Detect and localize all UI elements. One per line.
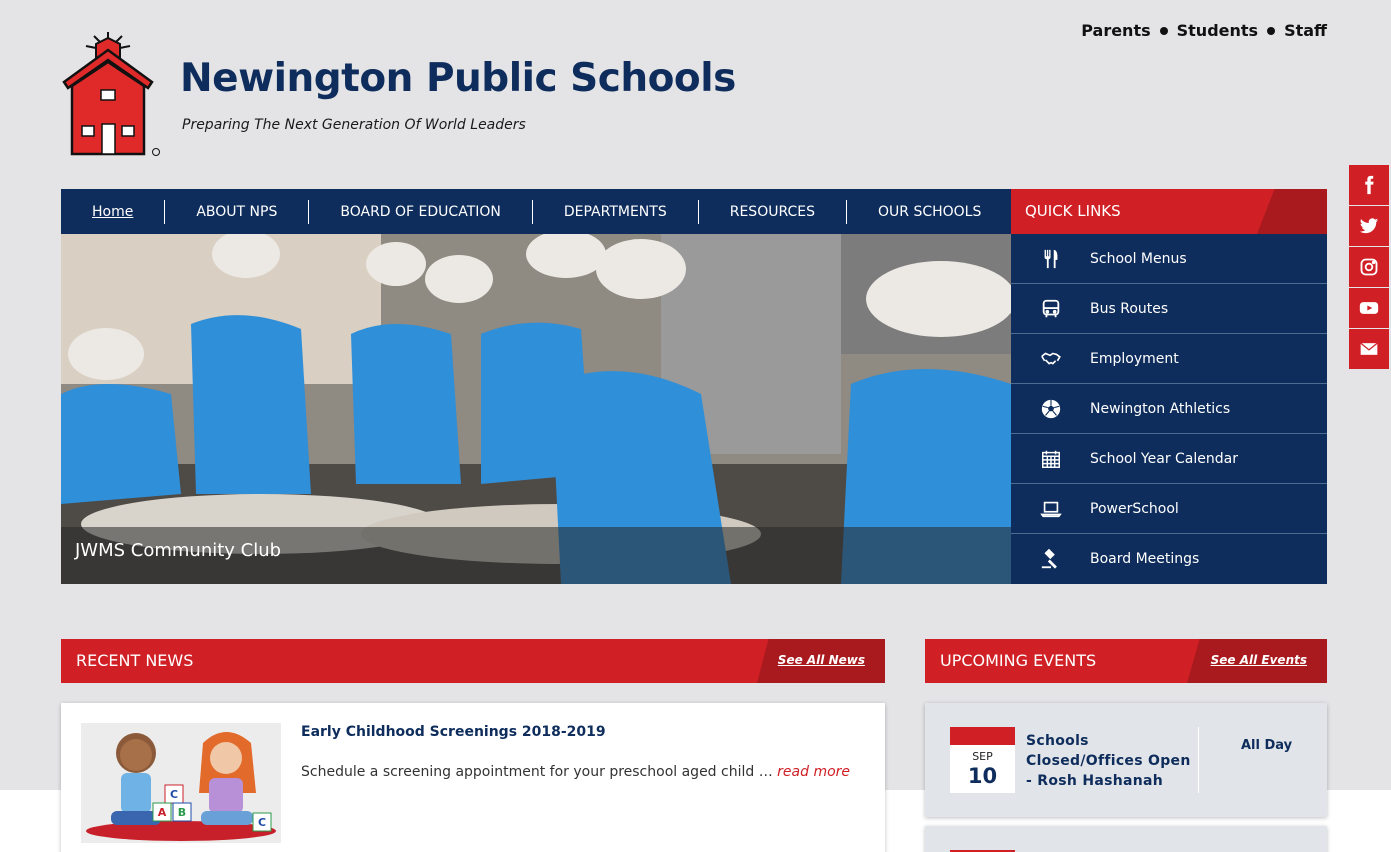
main-nav: Home ABOUT NPS BOARD OF EDUCATION DEPART…: [61, 189, 1011, 234]
event-date-badge: SEP 10: [950, 727, 1015, 793]
youtube-icon: [1359, 302, 1379, 314]
email-button[interactable]: [1349, 329, 1389, 369]
quick-links-title: QUICK LINKS: [1025, 202, 1121, 220]
header-slant: [1257, 189, 1327, 234]
recent-news-header: RECENT NEWS See All News: [61, 639, 885, 683]
date-badge-bar: [950, 727, 1015, 745]
quick-link-label: Employment: [1090, 350, 1179, 367]
separator-dot: [1267, 26, 1276, 35]
twitter-button[interactable]: [1349, 206, 1389, 246]
quick-link-newington-athletics[interactable]: Newington Athletics: [1011, 384, 1327, 434]
quick-link-label: Newington Athletics: [1090, 400, 1231, 417]
nav-about-nps[interactable]: ABOUT NPS: [165, 199, 310, 224]
quick-link-powerschool[interactable]: PowerSchool: [1011, 484, 1327, 534]
quick-link-employment[interactable]: Employment: [1011, 334, 1327, 384]
nav-departments[interactable]: DEPARTMENTS: [533, 199, 699, 224]
bus-icon: [1011, 298, 1090, 320]
svg-text:B: B: [178, 806, 186, 819]
students-link[interactable]: Students: [1177, 21, 1258, 40]
nav-resources[interactable]: RESOURCES: [699, 199, 847, 224]
facebook-icon: [1365, 175, 1374, 195]
calendar-icon: [1011, 448, 1090, 470]
youtube-button[interactable]: [1349, 288, 1389, 328]
audience-links: Parents Students Staff: [1081, 21, 1327, 40]
utensils-icon: [1011, 248, 1090, 270]
event-title[interactable]: Schools Closed/Offices Open - Rosh Hasha…: [1026, 731, 1196, 791]
recent-news-title: RECENT NEWS: [76, 651, 194, 670]
quick-links-list: School Menus Bus Routes Employment Newin…: [1011, 234, 1327, 584]
site-tagline: Preparing The Next Generation Of World L…: [182, 117, 526, 133]
instagram-button[interactable]: [1349, 247, 1389, 287]
svg-text:A: A: [158, 806, 167, 819]
read-more-link[interactable]: read more: [777, 764, 850, 780]
quick-link-label: School Year Calendar: [1090, 450, 1238, 467]
upcoming-events-header: UPCOMING EVENTS See All Events: [925, 639, 1327, 683]
upcoming-events-title: UPCOMING EVENTS: [940, 651, 1097, 670]
quick-link-label: Board Meetings: [1090, 551, 1200, 567]
news-card: C A B C Early Childhood Screenings 2018-…: [61, 703, 885, 852]
email-icon: [1360, 342, 1378, 355]
see-all-events-link[interactable]: See All Events: [1211, 653, 1307, 667]
soccer-ball-icon: [1011, 398, 1090, 420]
svg-text:C: C: [258, 816, 266, 829]
event-card[interactable]: SEP 10 Schools Closed/Offices Open - Ros…: [925, 703, 1327, 817]
separator-dot: [1159, 26, 1168, 35]
event-card[interactable]: [925, 826, 1327, 852]
quick-link-school-year-calendar[interactable]: School Year Calendar: [1011, 434, 1327, 484]
quick-links-header: QUICK LINKS: [1011, 189, 1327, 234]
quick-link-bus-routes[interactable]: Bus Routes: [1011, 284, 1327, 334]
laptop-icon: [1011, 498, 1090, 520]
nav-home[interactable]: Home: [61, 199, 166, 224]
event-month: SEP: [972, 750, 993, 763]
nav-our-schools[interactable]: OUR SCHOOLS: [847, 200, 1012, 224]
instagram-icon: [1360, 258, 1378, 276]
site-title[interactable]: Newington Public Schools: [180, 56, 736, 101]
news-item-excerpt: Schedule a screening appointment for you…: [301, 764, 850, 780]
quick-link-label: PowerSchool: [1090, 500, 1179, 517]
social-sidebar: [1349, 165, 1389, 370]
gavel-icon: [1011, 548, 1090, 570]
news-thumbnail[interactable]: C A B C: [81, 723, 281, 843]
nav-board-of-education[interactable]: BOARD OF EDUCATION: [309, 199, 533, 224]
svg-text:C: C: [170, 788, 178, 801]
staff-link[interactable]: Staff: [1284, 21, 1327, 40]
quick-link-school-menus[interactable]: School Menus: [1011, 234, 1327, 284]
facebook-button[interactable]: [1349, 165, 1389, 205]
twitter-icon: [1359, 218, 1379, 234]
hero-slideshow[interactable]: JWMS Community Club: [61, 234, 1011, 584]
news-excerpt-text: Schedule a screening appointment for you…: [301, 764, 773, 780]
event-time: All Day: [1241, 738, 1293, 753]
quick-link-label: Bus Routes: [1090, 300, 1169, 317]
quick-link-label: School Menus: [1090, 250, 1187, 267]
see-all-news-link[interactable]: See All News: [778, 653, 865, 667]
event-divider: [1198, 727, 1199, 793]
schoolhouse-logo[interactable]: [58, 30, 164, 160]
news-item-title[interactable]: Early Childhood Screenings 2018-2019: [301, 724, 606, 740]
event-day: 10: [967, 764, 998, 788]
handshake-icon: [1011, 348, 1090, 370]
quick-link-board-meetings[interactable]: Board Meetings: [1011, 534, 1327, 584]
parents-link[interactable]: Parents: [1081, 21, 1150, 40]
hero-caption: JWMS Community Club: [61, 527, 1011, 584]
